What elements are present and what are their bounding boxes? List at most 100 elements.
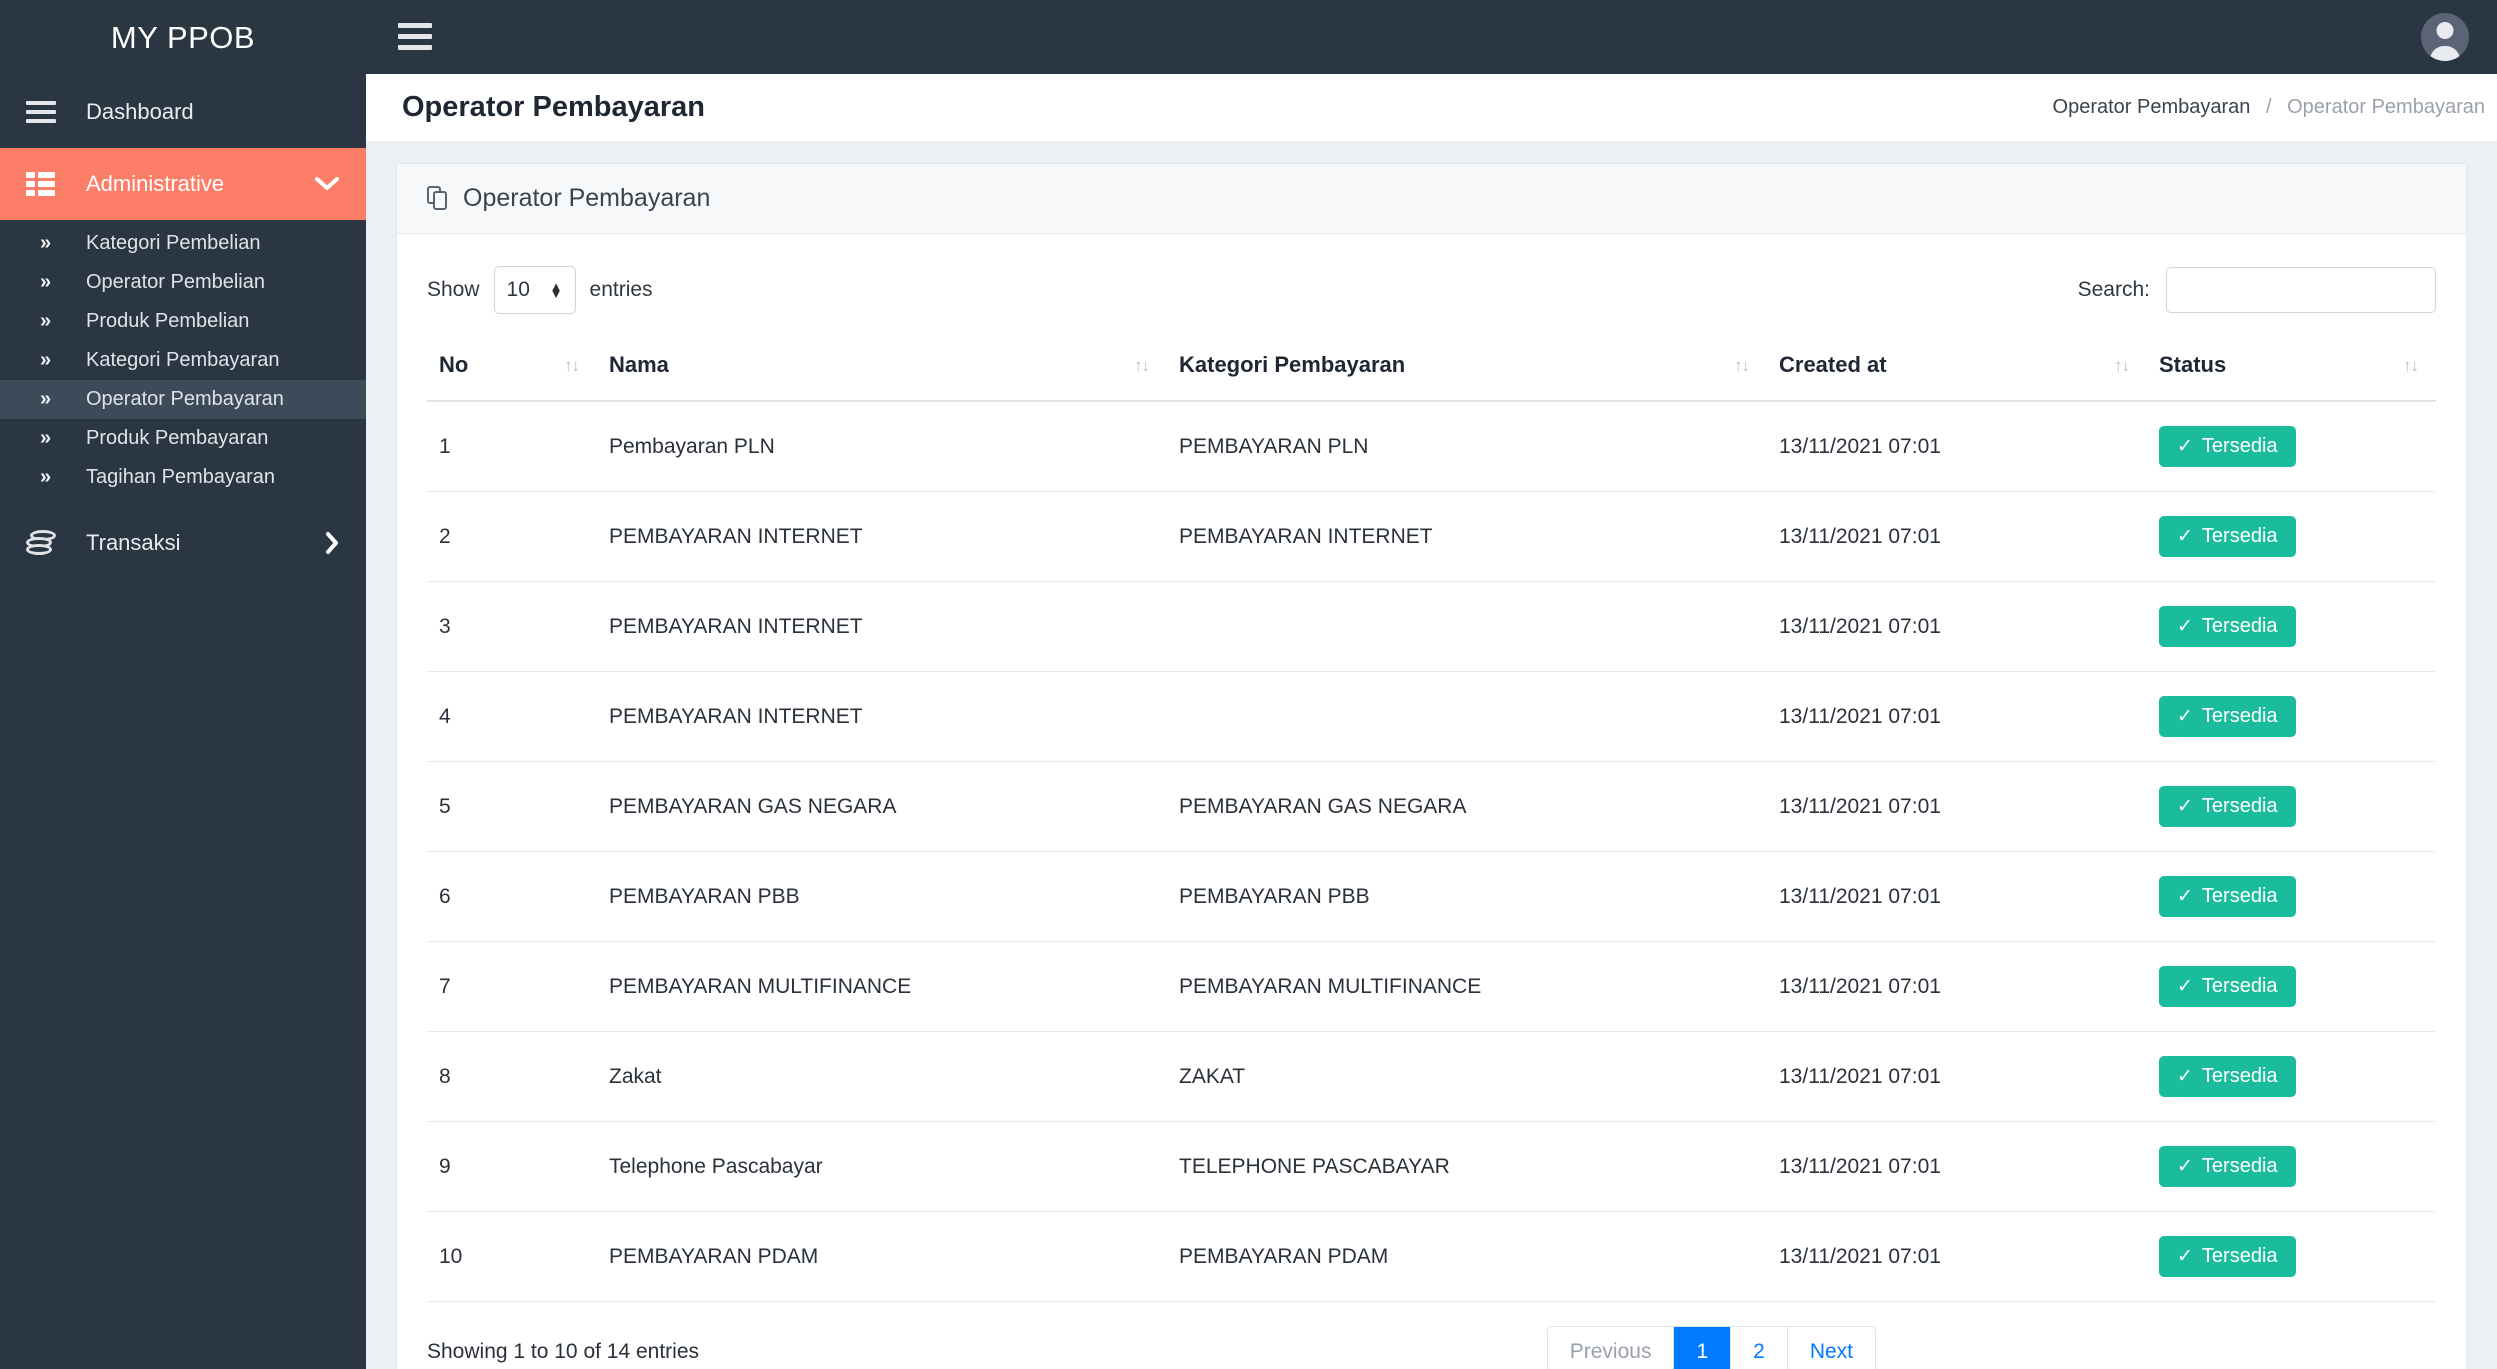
sidebar-subitem-label: Produk Pembayaran	[86, 427, 269, 449]
card-body: Show 10 ▲ ▼ entries Search: No ↑↓ Nama ↑…	[397, 234, 2466, 1369]
main-area: Operator Pembayaran Operator Pembayaran …	[366, 0, 2497, 1369]
cell-kategori: PEMBAYARAN MULTIFINANCE	[1167, 941, 1767, 1033]
grid-list-icon	[26, 172, 70, 196]
sidebar-subitem-kategori-pembayaran[interactable]: » Kategori Pembayaran	[0, 341, 366, 380]
operator-pembayaran-table: No ↑↓ Nama ↑↓ Kategori Pembayaran ↑↓ Cre…	[427, 336, 2436, 1303]
status-badge[interactable]: ✓ Tersedia	[2159, 696, 2296, 738]
table-row: 7 PEMBAYARAN MULTIFINANCE PEMBAYARAN MUL…	[427, 941, 2436, 1033]
cell-kategori: PEMBAYARAN GAS NEGARA	[1167, 761, 1767, 853]
status-badge[interactable]: ✓ Tersedia	[2159, 606, 2296, 648]
breadcrumb-parent[interactable]: Operator Pembayaran	[2053, 96, 2251, 118]
sort-icon[interactable]: ↑↓	[1734, 356, 1750, 376]
page-header: Operator Pembayaran Operator Pembayaran …	[366, 73, 2497, 142]
status-badge-label: Tersedia	[2201, 1245, 2278, 1268]
status-badge-label: Tersedia	[2201, 1065, 2278, 1088]
cell-kategori: TELEPHONE PASCABAYAR	[1167, 1121, 1767, 1213]
table-head: No ↑↓ Nama ↑↓ Kategori Pembayaran ↑↓ Cre…	[427, 336, 2436, 403]
top-navbar	[366, 0, 2497, 74]
sort-icon[interactable]: ↑↓	[564, 356, 580, 376]
administrative-submenu: » Kategori Pembelian » Operator Pembelia…	[0, 220, 366, 507]
check-icon: ✓	[2177, 1066, 2193, 1088]
pagination-page-1[interactable]: 1	[1674, 1327, 1732, 1369]
cell-status: ✓ Tersedia	[2147, 1211, 2436, 1303]
hamburger-icon	[26, 96, 70, 128]
column-label-status: Status	[2159, 352, 2227, 378]
column-header-no[interactable]: No ↑↓	[427, 336, 597, 403]
sidebar-subitem-tagihan-pembayaran[interactable]: » Tagihan Pembayaran	[0, 458, 366, 497]
breadcrumb: Operator Pembayaran / Operator Pembayara…	[2053, 96, 2485, 119]
column-header-created-at[interactable]: Created at ↑↓	[1767, 336, 2147, 403]
sidebar-toggle-icon[interactable]	[398, 17, 432, 56]
cell-kategori: PEMBAYARAN PBB	[1167, 851, 1767, 943]
pagination-page-2[interactable]: 2	[1731, 1327, 1788, 1369]
status-badge[interactable]: ✓ Tersedia	[2159, 1056, 2296, 1098]
breadcrumb-current: Operator Pembayaran	[2287, 95, 2485, 118]
cell-no: 9	[427, 1121, 597, 1213]
cell-created-at: 13/11/2021 07:01	[1767, 581, 2147, 673]
cell-created-at: 13/11/2021 07:01	[1767, 401, 2147, 493]
cell-status: ✓ Tersedia	[2147, 1121, 2436, 1213]
status-badge[interactable]: ✓ Tersedia	[2159, 876, 2296, 918]
status-badge-label: Tersedia	[2201, 795, 2278, 818]
cell-no: 10	[427, 1211, 597, 1303]
brand-title: MY PPOB	[110, 20, 256, 55]
chevron-down-icon	[314, 176, 340, 192]
column-header-kategori-pembayaran[interactable]: Kategori Pembayaran ↑↓	[1167, 336, 1767, 403]
showing-entries-text: Showing 1 to 10 of 14 entries	[427, 1340, 700, 1364]
card-header: Operator Pembayaran	[397, 164, 2466, 235]
show-label: Show	[427, 278, 480, 302]
cell-nama: Telephone Pascabayar	[597, 1121, 1167, 1213]
pagination-previous[interactable]: Previous	[1547, 1327, 1675, 1369]
status-badge[interactable]: ✓ Tersedia	[2159, 966, 2296, 1008]
sidebar-subitem-operator-pembayaran[interactable]: » Operator Pembayaran	[0, 380, 366, 419]
double-chevron-right-icon: »	[40, 271, 51, 293]
search-input[interactable]	[2166, 267, 2436, 314]
page-title: Operator Pembayaran	[402, 90, 706, 123]
cell-no: 4	[427, 671, 597, 763]
app-root: MY PPOB Dashboard Administrative » Kateg…	[0, 0, 2497, 1369]
page-size-select[interactable]: 10 ▲ ▼	[493, 266, 576, 315]
cell-nama: PEMBAYARAN MULTIFINANCE	[597, 941, 1167, 1033]
cell-status: ✓ Tersedia	[2147, 851, 2436, 943]
status-badge[interactable]: ✓ Tersedia	[2159, 1236, 2296, 1278]
status-badge[interactable]: ✓ Tersedia	[2159, 426, 2296, 468]
column-header-nama[interactable]: Nama ↑↓	[597, 336, 1167, 403]
sidebar-subitem-produk-pembelian[interactable]: » Produk Pembelian	[0, 302, 366, 341]
sort-icon[interactable]: ↑↓	[2114, 356, 2130, 376]
table-header-row: No ↑↓ Nama ↑↓ Kategori Pembayaran ↑↓ Cre…	[427, 336, 2436, 403]
cell-status: ✓ Tersedia	[2147, 401, 2436, 493]
cell-kategori	[1167, 671, 1767, 763]
status-badge-label: Tersedia	[2201, 705, 2278, 728]
sidebar-subitem-produk-pembayaran[interactable]: » Produk Pembayaran	[0, 419, 366, 458]
cell-created-at: 13/11/2021 07:01	[1767, 941, 2147, 1033]
pagination-next[interactable]: Next	[1787, 1327, 1875, 1369]
check-icon: ✓	[2177, 616, 2193, 638]
content-area: Operator Pembayaran Show 10 ▲▼ entries	[366, 141, 2497, 1369]
sort-icon[interactable]: ↑↓	[2403, 356, 2419, 376]
search-control: Search:	[2078, 267, 2436, 314]
status-badge[interactable]: ✓ Tersedia	[2159, 516, 2296, 558]
check-icon: ✓	[2177, 1246, 2193, 1268]
sidebar-item-label-transaksi: Transaksi	[86, 530, 181, 555]
status-badge-label: Tersedia	[2201, 1155, 2278, 1178]
cell-status: ✓ Tersedia	[2147, 671, 2436, 763]
sidebar-subitem-label: Tagihan Pembayaran	[86, 466, 276, 488]
cell-nama: Pembayaran PLN	[597, 401, 1167, 493]
status-badge[interactable]: ✓ Tersedia	[2159, 1146, 2296, 1188]
sidebar-subitem-kategori-pembelian[interactable]: » Kategori Pembelian	[0, 224, 366, 263]
sidebar-item-administrative[interactable]: Administrative	[0, 148, 366, 220]
double-chevron-right-icon: »	[40, 349, 51, 371]
cell-nama: PEMBAYARAN INTERNET	[597, 491, 1167, 583]
status-badge[interactable]: ✓ Tersedia	[2159, 786, 2296, 828]
check-icon: ✓	[2177, 1156, 2193, 1178]
user-avatar-icon[interactable]	[2421, 12, 2469, 61]
column-header-status[interactable]: Status ↑↓	[2147, 336, 2436, 403]
sidebar-item-dashboard[interactable]: Dashboard	[0, 76, 366, 148]
show-entries-control: Show 10 ▲ ▼ entries	[427, 266, 653, 315]
sidebar-subitem-label: Kategori Pembayaran	[86, 349, 280, 371]
sort-icon[interactable]: ↑↓	[1134, 356, 1150, 376]
column-label-nama: Nama	[609, 352, 669, 378]
pagination: Previous 1 2 Next	[1546, 1326, 1876, 1369]
sidebar-item-transaksi[interactable]: Transaksi	[0, 507, 366, 579]
sidebar-subitem-operator-pembelian[interactable]: » Operator Pembelian	[0, 263, 366, 302]
